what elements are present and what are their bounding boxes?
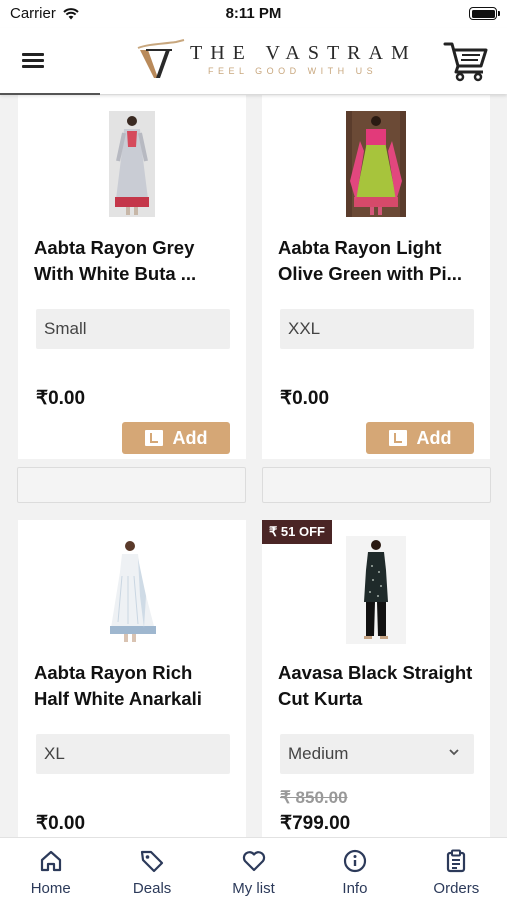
brand-tagline: FEEL GOOD WITH US	[208, 66, 378, 76]
original-price: ₹ 850.00	[280, 788, 348, 807]
product-image[interactable]	[262, 111, 490, 217]
size-selector[interactable]: XXL	[280, 309, 474, 349]
logo-mark-icon	[137, 39, 185, 78]
product-name[interactable]: Aabta Rayon Rich Half White Anarkali	[34, 660, 232, 712]
cart-icon[interactable]	[443, 40, 489, 82]
clipboard-icon	[447, 849, 466, 873]
card-footer-slot	[17, 467, 246, 503]
add-button-label: Add	[172, 427, 208, 448]
size-value: Small	[44, 319, 87, 338]
bag-icon	[144, 430, 163, 446]
product-name[interactable]: Aabta Rayon Grey With White Buta ...	[34, 235, 232, 287]
product-card[interactable]: Aabta Rayon Grey With White Buta ... Sma…	[18, 95, 246, 459]
product-price: ₹0.00	[36, 813, 86, 834]
chevron-down-icon	[449, 749, 459, 756]
clock: 8:11 PM	[225, 5, 282, 22]
status-bar: Carrier 8:11 PM	[0, 0, 507, 28]
product-price: ₹799.00	[280, 813, 351, 834]
app-header: THE VASTRAM FEEL GOOD WITH US	[0, 28, 507, 94]
battery-icon	[469, 7, 500, 20]
tab-deals[interactable]: Deals	[101, 838, 202, 900]
size-selector[interactable]: Small	[36, 309, 230, 349]
add-button-label: Add	[416, 427, 452, 448]
size-selector[interactable]: XL	[36, 734, 230, 774]
menu-button[interactable]	[22, 50, 48, 72]
bottom-tab-bar: Home Deals My list Info Orders	[0, 837, 507, 900]
product-name[interactable]: Aabta Rayon Light Olive Green with Pi...	[278, 235, 476, 287]
tab-label: Info	[342, 880, 368, 897]
bag-icon	[388, 430, 407, 446]
tab-info[interactable]: Info	[304, 838, 405, 900]
heart-icon	[242, 851, 265, 872]
tab-label: Orders	[433, 880, 480, 897]
home-icon	[40, 850, 61, 872]
tag-icon	[141, 850, 164, 873]
product-price: ₹0.00	[36, 388, 86, 409]
size-dropdown[interactable]: Medium	[280, 734, 474, 774]
size-value: Medium	[288, 744, 349, 763]
product-price: ₹0.00	[280, 388, 330, 409]
product-card[interactable]: Aabta Rayon Rich Half White Anarkali XL …	[18, 520, 246, 837]
app-screen: Carrier 8:11 PM THE VASTRAM FEEL GOOD WI…	[0, 0, 507, 900]
tab-label: Home	[30, 880, 71, 897]
tab-my-list[interactable]: My list	[203, 838, 304, 900]
product-image[interactable]	[18, 111, 246, 217]
tab-orders[interactable]: Orders	[406, 838, 507, 900]
product-image[interactable]	[262, 536, 490, 644]
product-grid: Aabta Rayon Grey With White Buta ... Sma…	[0, 95, 507, 837]
tab-home[interactable]: Home	[0, 838, 101, 900]
add-to-cart-button[interactable]: Add	[122, 422, 230, 454]
tab-label: My list	[232, 880, 275, 897]
product-name[interactable]: Aavasa Black Straight Cut Kurta	[278, 660, 476, 712]
brand-logo[interactable]: THE VASTRAM FEEL GOOD WITH US	[132, 38, 409, 84]
size-value: XXL	[288, 319, 321, 338]
info-icon	[343, 849, 367, 873]
header-active-indicator	[0, 93, 100, 95]
tab-label: Deals	[132, 880, 172, 897]
product-card[interactable]: Aabta Rayon Light Olive Green with Pi...…	[262, 95, 490, 459]
brand-name: THE VASTRAM	[190, 42, 417, 64]
card-footer-slot	[262, 467, 491, 503]
product-image[interactable]	[18, 536, 246, 644]
product-card[interactable]: ₹ 51 OFF Aavasa Black Straight Cut Kurta…	[262, 520, 490, 837]
size-value: XL	[44, 744, 65, 763]
add-to-cart-button[interactable]: Add	[366, 422, 474, 454]
